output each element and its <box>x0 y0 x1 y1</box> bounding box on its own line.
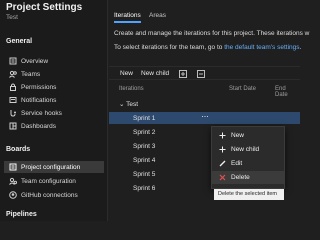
section-general: General <box>6 38 33 45</box>
sidebar: Project Settings Test General Overview T… <box>0 0 108 221</box>
tab-iterations[interactable]: Iterations <box>114 9 141 23</box>
column-iterations: Iterations <box>119 86 144 92</box>
tab-bar: Iterations Areas <box>109 9 300 23</box>
sidebar-item-label: Team configuration <box>21 177 76 185</box>
section-pipelines: Pipelines <box>6 211 37 218</box>
project-name: Test <box>6 14 18 21</box>
sidebar-item-overview[interactable]: Overview <box>4 55 104 67</box>
menu-item-label: Edit <box>231 160 243 167</box>
menu-item-new-child[interactable]: New child <box>212 143 284 156</box>
new-child-button[interactable]: New child <box>141 70 169 77</box>
context-menu: New New child Edit Delete <box>211 126 285 189</box>
sidebar-item-teams[interactable]: Teams <box>4 68 104 80</box>
team-note: To select iterations for the team, go to… <box>114 44 301 51</box>
row-name: Sprint 6 <box>133 184 156 192</box>
github-icon <box>9 191 17 199</box>
sidebar-item-label: Notifications <box>21 96 57 104</box>
row-name: Sprint 1 <box>133 114 156 122</box>
expand-all-icon[interactable] <box>179 70 187 78</box>
plus-icon <box>218 132 226 140</box>
row-name: Sprint 2 <box>133 128 156 136</box>
toolbar: New New child <box>109 66 300 80</box>
teams-icon <box>9 70 17 78</box>
more-actions-icon[interactable]: ⋯ <box>201 114 209 123</box>
tooltip: Delete the selected item <box>214 189 284 200</box>
sidebar-item-github-connections[interactable]: GitHub connections <box>4 189 104 201</box>
row-name: Sprint 4 <box>133 156 156 164</box>
menu-item-label: New child <box>231 146 260 153</box>
sidebar-item-label: Teams <box>21 70 41 78</box>
team-note-prefix: To select iterations for the team, go to <box>114 44 225 51</box>
sidebar-item-service-hooks[interactable]: Service hooks <box>4 107 104 119</box>
row-name: Sprint 3 <box>133 142 156 150</box>
pencil-icon <box>218 160 226 168</box>
plus-icon <box>218 146 226 154</box>
team-note-suffix: . <box>299 44 302 51</box>
sidebar-item-team-configuration[interactable]: Team configuration <box>4 175 104 187</box>
default-team-settings-link[interactable]: the default team's settings <box>224 44 299 51</box>
dashboards-icon <box>9 122 17 130</box>
page-title: Project Settings <box>6 2 83 13</box>
sidebar-item-label: Dashboards <box>21 122 57 130</box>
collapse-all-icon[interactable] <box>197 70 205 78</box>
new-button[interactable]: New <box>120 70 133 77</box>
menu-item-edit[interactable]: Edit <box>212 157 284 170</box>
lock-icon <box>9 83 17 91</box>
notifications-icon <box>9 96 17 104</box>
menu-item-delete[interactable]: Delete <box>212 171 284 184</box>
service-hooks-icon <box>9 109 17 117</box>
menu-item-new[interactable]: New <box>212 129 284 142</box>
tree-root-label: Test <box>126 101 139 108</box>
sidebar-item-project-configuration[interactable]: Project configuration <box>4 161 104 173</box>
sidebar-item-dashboards[interactable]: Dashboards <box>4 120 104 132</box>
sidebar-item-label: GitHub connections <box>21 191 78 199</box>
menu-item-label: Delete <box>231 174 250 181</box>
sidebar-item-label: Permissions <box>21 83 57 91</box>
team-config-icon <box>9 177 17 185</box>
row-name: Sprint 5 <box>133 170 156 178</box>
column-end-date: End Date <box>275 86 288 98</box>
section-boards: Boards <box>6 146 31 153</box>
sidebar-item-label: Project configuration <box>21 163 81 171</box>
sidebar-item-label: Overview <box>21 57 49 65</box>
tree-root[interactable]: ⌄ Test <box>119 100 138 108</box>
project-config-icon <box>9 163 17 171</box>
sidebar-item-permissions[interactable]: Permissions <box>4 81 104 93</box>
close-icon <box>218 174 226 182</box>
tab-areas[interactable]: Areas <box>149 9 166 23</box>
overview-icon <box>9 57 17 65</box>
sidebar-item-label: Service hooks <box>21 109 62 117</box>
column-start-date: Start Date <box>229 86 257 92</box>
menu-item-label: New <box>231 132 245 139</box>
description-text: Create and manage the iterations for thi… <box>114 30 310 37</box>
sidebar-item-notifications[interactable]: Notifications <box>4 94 104 106</box>
